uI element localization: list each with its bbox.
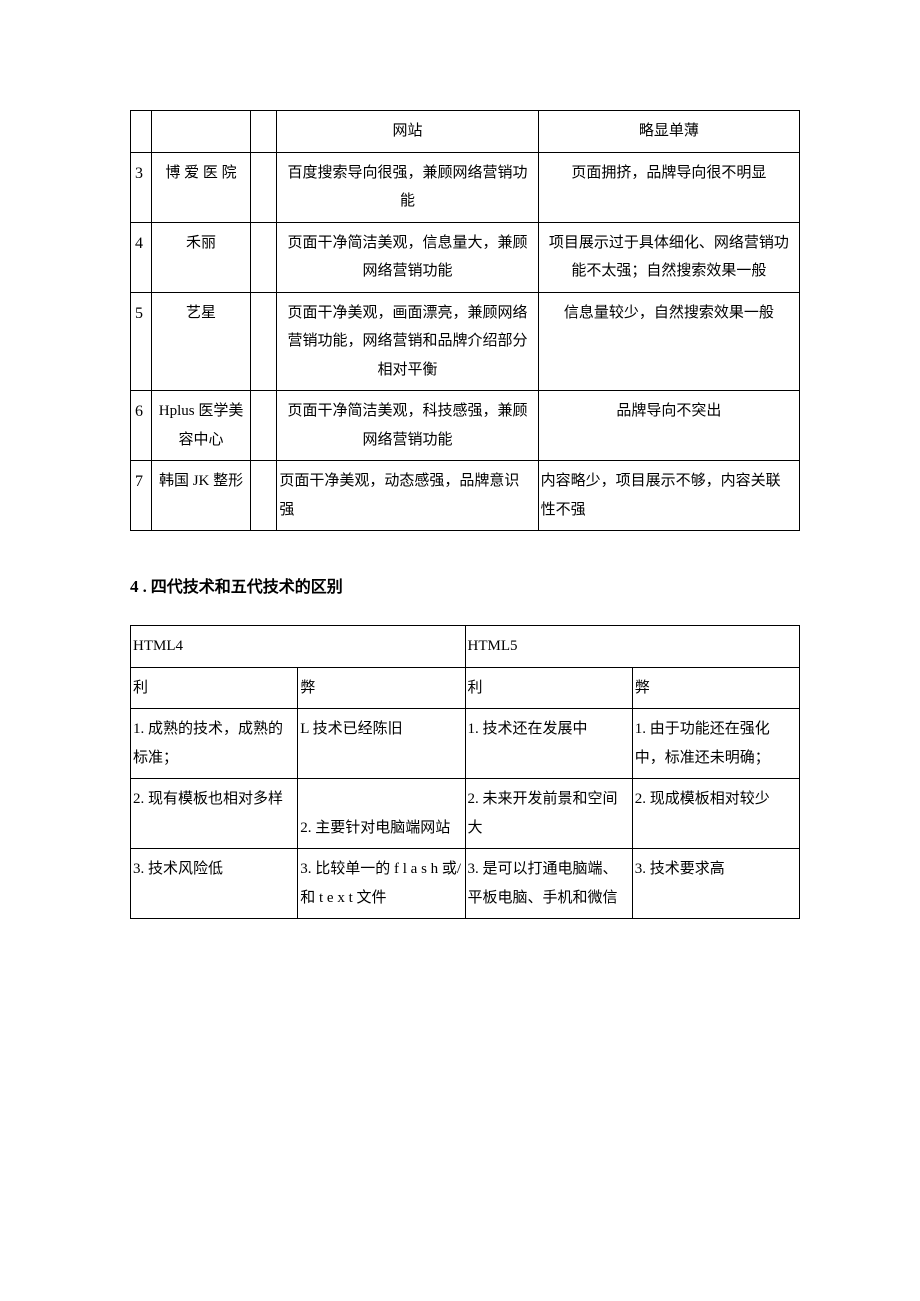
row-number: 5 xyxy=(131,292,152,391)
row-number: 7 xyxy=(131,461,152,531)
cell: 2. 现有模板也相对多样 xyxy=(131,779,298,849)
cell: 略显单薄 xyxy=(538,111,799,153)
cell: 2. 未来开发前景和空间大 xyxy=(465,779,632,849)
row-number: 4 xyxy=(131,222,152,292)
table-row: 7 韩国 JK 整形 页面干净美观，动态感强，品牌意识强 内容略少，项目展示不够… xyxy=(131,461,800,531)
cell: 2. 现成模板相对较少 xyxy=(632,779,799,849)
cell xyxy=(131,111,152,153)
cons-cell: 品牌导向不突出 xyxy=(538,391,799,461)
table-row: 网站 略显单薄 xyxy=(131,111,800,153)
cell xyxy=(151,111,250,153)
pros-cell: 页面干净美观，动态感强，品牌意识强 xyxy=(277,461,538,531)
table-row: 3. 技术风险低 3. 比较单一的 f l a s h 或/ 和 t e x t… xyxy=(131,849,800,919)
table-row: 利 弊 利 弊 xyxy=(131,667,800,709)
header-html5: HTML5 xyxy=(465,626,800,668)
cell: 3. 技术要求高 xyxy=(632,849,799,919)
subheader-pros: 利 xyxy=(131,667,298,709)
competitor-name: 禾丽 xyxy=(151,222,250,292)
row-number: 3 xyxy=(131,152,152,222)
heading-number: 4 xyxy=(130,577,143,596)
cons-cell: 信息量较少，自然搜索效果一般 xyxy=(538,292,799,391)
pros-cell: 百度搜索导向很强，兼顾网络营销功能 xyxy=(277,152,538,222)
competitor-name: 艺星 xyxy=(151,292,250,391)
cons-cell: 内容略少，项目展示不够，内容关联性不强 xyxy=(538,461,799,531)
subheader-cons: 弊 xyxy=(298,667,465,709)
cell: 网站 xyxy=(277,111,538,153)
header-html4: HTML4 xyxy=(131,626,466,668)
cell xyxy=(251,292,277,391)
document-page: 网站 略显单薄 3 博 爱 医 院 百度搜索导向很强，兼顾网络营销功能 页面拥挤… xyxy=(0,0,920,1301)
cons-cell: 页面拥挤，品牌导向很不明显 xyxy=(538,152,799,222)
table-row: 6 Hplus 医学美容中心 页面干净简洁美观，科技感强，兼顾网络营销功能 品牌… xyxy=(131,391,800,461)
cell: 3. 比较单一的 f l a s h 或/ 和 t e x t 文件 xyxy=(298,849,465,919)
row-number: 6 xyxy=(131,391,152,461)
cell xyxy=(251,222,277,292)
cell: 1. 成熟的技术，成熟的标准； xyxy=(131,709,298,779)
pros-cell: 页面干净简洁美观，科技感强，兼顾网络营销功能 xyxy=(277,391,538,461)
pros-cell: 页面干净简洁美观，信息量大，兼顾网络营销功能 xyxy=(277,222,538,292)
cell: 1. 由于功能还在强化中，标准还未明确； xyxy=(632,709,799,779)
cell: 3. 技术风险低 xyxy=(131,849,298,919)
cell: 1. 技术还在发展中 xyxy=(465,709,632,779)
competitor-name: 韩国 JK 整形 xyxy=(151,461,250,531)
table-row: HTML4 HTML5 xyxy=(131,626,800,668)
cell xyxy=(251,152,277,222)
heading-text: . 四代技术和五代技术的区别 xyxy=(143,579,343,596)
table-row: 3 博 爱 医 院 百度搜索导向很强，兼顾网络营销功能 页面拥挤，品牌导向很不明… xyxy=(131,152,800,222)
subheader-pros: 利 xyxy=(465,667,632,709)
competitor-name: Hplus 医学美容中心 xyxy=(151,391,250,461)
cell: 3. 是可以打通电脑端、平板电脑、手机和微信 xyxy=(465,849,632,919)
cell xyxy=(251,111,277,153)
table-row: 1. 成熟的技术，成熟的标准； L 技术已经陈旧 1. 技术还在发展中 1. 由… xyxy=(131,709,800,779)
cell xyxy=(251,461,277,531)
competitor-name: 博 爱 医 院 xyxy=(151,152,250,222)
subheader-cons: 弊 xyxy=(632,667,799,709)
table-row: 2. 现有模板也相对多样 2. 主要针对电脑端网站 2. 未来开发前景和空间大 … xyxy=(131,779,800,849)
tech-compare-table: HTML4 HTML5 利 弊 利 弊 1. 成熟的技术，成熟的标准； L 技术… xyxy=(130,625,800,919)
cell xyxy=(251,391,277,461)
pros-cell: 页面干净美观，画面漂亮，兼顾网络营销功能，网络营销和品牌介绍部分相对平衡 xyxy=(277,292,538,391)
cell: 2. 主要针对电脑端网站 xyxy=(298,779,465,849)
table-row: 5 艺星 页面干净美观，画面漂亮，兼顾网络营销功能，网络营销和品牌介绍部分相对平… xyxy=(131,292,800,391)
table-row: 4 禾丽 页面干净简洁美观，信息量大，兼顾网络营销功能 项目展示过于具体细化、网… xyxy=(131,222,800,292)
cell: L 技术已经陈旧 xyxy=(298,709,465,779)
section-heading: 4 . 四代技术和五代技术的区别 xyxy=(130,571,800,603)
competitor-table: 网站 略显单薄 3 博 爱 医 院 百度搜索导向很强，兼顾网络营销功能 页面拥挤… xyxy=(130,110,800,531)
cons-cell: 项目展示过于具体细化、网络营销功能不太强；自然搜索效果一般 xyxy=(538,222,799,292)
